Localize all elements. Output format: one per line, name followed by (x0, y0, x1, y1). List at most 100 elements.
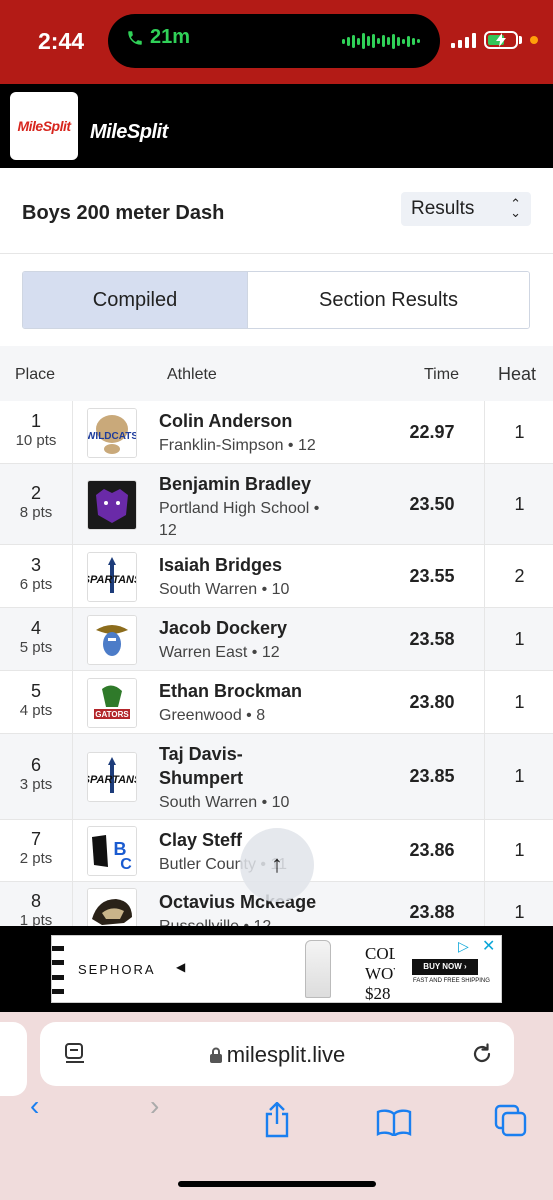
cellular-signal-icon (451, 32, 476, 48)
team-logo-spartans[interactable]: SPARTANS (87, 752, 137, 802)
athlete-name[interactable]: Jacob Dockery (159, 616, 329, 640)
table-row[interactable]: 1 10 pts WILDCATS Colin Anderson Franklin-Si… (0, 401, 553, 464)
heat-number: 1 (514, 766, 525, 786)
athlete-team-grade[interactable]: Greenwood • 8 (159, 705, 339, 727)
ad-stripes-icon (52, 946, 64, 994)
place-points: 2 pts (19, 850, 53, 867)
ad-prev-icon[interactable]: ◀ (176, 960, 185, 974)
logo-text: MileSplit (17, 118, 71, 134)
table-header: Place Athlete Time Heat (0, 346, 553, 401)
arrow-up-icon: ↑ (271, 851, 283, 878)
place-cell: 36 pts (0, 545, 73, 607)
back-icon[interactable]: ‹ (30, 1090, 39, 1122)
place-number: 8 (30, 891, 41, 911)
place-number: 1 (30, 411, 41, 431)
team-logo-wildcats[interactable]: WILDCATS (87, 408, 137, 458)
call-indicator: 21m (126, 26, 190, 49)
place-number: 4 (30, 618, 41, 638)
sephora-ad[interactable]: SEPHORA ◀ COLOR WOW $28 BUY NOW › FAST A… (51, 935, 502, 1003)
table-row[interactable]: 28 pts Benjamin Bradley Portland High Scho… (0, 464, 553, 545)
place-cell: 28 pts (0, 464, 73, 544)
place-cell: 45 pts (0, 608, 73, 670)
event-title-bar: Boys 200 meter Dash Results ⌃ ⌄ (0, 168, 553, 254)
table-row[interactable]: 36 pts SPARTANS Isaiah BridgesSouth Warren… (0, 545, 553, 608)
place-points: 3 pts (19, 776, 53, 793)
athlete-name[interactable]: Octavius Mckeage (159, 890, 329, 914)
tab-section-results[interactable]: Section Results (248, 272, 529, 328)
place-cell: 54 pts (0, 671, 73, 733)
place-points: 4 pts (19, 702, 53, 719)
scroll-to-top-button[interactable]: ↑ (240, 828, 314, 902)
heat-cell: 2 (484, 545, 553, 607)
result-time: 23.85 (409, 766, 455, 786)
svg-text:WILDCATS: WILDCATS (88, 431, 136, 442)
athlete-team-grade[interactable]: South Warren • 10 (159, 792, 339, 814)
team-logo-panther-tan[interactable] (87, 888, 137, 926)
athlete-name[interactable]: Taj Davis-Shumpert (159, 742, 269, 790)
team-logo-bc[interactable]: BC (87, 826, 137, 876)
header-athlete[interactable]: Athlete (167, 366, 217, 384)
result-time: 23.55 (409, 566, 455, 586)
heat-number: 1 (514, 422, 525, 442)
url-display: milesplit.live (40, 1042, 514, 1068)
brand-name[interactable]: MileSplit (90, 121, 168, 144)
team-logo-panther[interactable] (87, 480, 137, 530)
place-number: 3 (30, 555, 41, 575)
athlete-team-grade[interactable]: South Warren • 10 (159, 579, 339, 601)
forward-icon[interactable]: › (150, 1090, 159, 1122)
ad-buy-now-button[interactable]: BUY NOW › (412, 959, 478, 975)
ad-headline-text: COLOR WOW (365, 944, 395, 983)
battery-cap (519, 36, 522, 44)
place-number: 6 (30, 755, 41, 775)
ad-choices-icon[interactable]: ▷ (458, 938, 469, 955)
athlete-name[interactable]: Ethan Brockman (159, 679, 329, 703)
place-number: 7 (30, 829, 41, 849)
result-time: 23.58 (409, 629, 455, 649)
select-chevron-icon: ⌃ ⌄ (510, 196, 521, 220)
header-heat[interactable]: Heat (498, 364, 536, 385)
header-place[interactable]: Place (15, 366, 55, 384)
table-row[interactable]: 54 pts GATORS Ethan Brockman Greenwood • 8 2… (0, 671, 553, 734)
heat-number: 1 (514, 840, 525, 860)
previous-tab-preview[interactable] (0, 1022, 27, 1096)
tabs-icon[interactable] (494, 1104, 528, 1138)
reload-icon[interactable] (470, 1042, 494, 1066)
athlete-name[interactable]: Colin Anderson (159, 409, 329, 433)
address-bar[interactable]: milesplit.live (40, 1022, 514, 1086)
call-duration: 21m (150, 26, 191, 48)
athlete-name[interactable]: Benjamin Bradley (159, 472, 329, 496)
heat-number: 1 (514, 494, 525, 514)
battery-icon (484, 31, 518, 49)
share-icon[interactable] (262, 1102, 292, 1138)
bookmarks-icon[interactable] (376, 1108, 412, 1136)
lock-icon (209, 1047, 222, 1063)
audio-waveform-icon (342, 32, 420, 50)
tab-compiled[interactable]: Compiled (23, 272, 248, 328)
milesplit-logo[interactable]: MileSplit (10, 92, 78, 160)
dynamic-island[interactable]: 21m (108, 14, 440, 68)
team-logo-gators[interactable]: GATORS (87, 678, 137, 728)
header-time[interactable]: Time (424, 366, 459, 384)
result-time: 23.86 (409, 840, 455, 860)
view-select[interactable]: Results ⌃ ⌄ (401, 192, 531, 226)
athlete-team-grade[interactable]: Warren East • 12 (159, 642, 339, 664)
team-logo-spartans[interactable]: SPARTANS (87, 552, 137, 602)
charging-bolt-icon (496, 33, 506, 47)
heat-number: 1 (514, 692, 525, 712)
athlete-team-grade[interactable]: Franklin-Simpson • 12 (159, 435, 339, 457)
table-row[interactable]: 45 pts Jacob Dockery Warren East • 12 23.58… (0, 608, 553, 671)
ad-price: $28 (365, 984, 391, 1003)
place-cell: 1 10 pts (0, 401, 73, 463)
svg-text:GATORS: GATORS (95, 710, 129, 719)
heat-number: 1 (514, 629, 525, 649)
heat-cell: 1 (484, 734, 553, 819)
ad-close-icon[interactable]: ✕ (482, 936, 495, 956)
athlete-team-grade[interactable]: Russellville • 12 (159, 916, 339, 926)
place-cell: 63 pts (0, 734, 73, 819)
athlete-team-grade[interactable]: Portland High School • 12 (159, 498, 331, 542)
athlete-name[interactable]: Isaiah Bridges (159, 553, 329, 577)
team-logo-raiders[interactable] (87, 615, 137, 665)
place-points: 1 pts (19, 912, 53, 926)
table-row[interactable]: 63 pts SPARTANS Taj Davis-ShumpertSouth Wa… (0, 734, 553, 820)
svg-text:C: C (120, 856, 132, 873)
